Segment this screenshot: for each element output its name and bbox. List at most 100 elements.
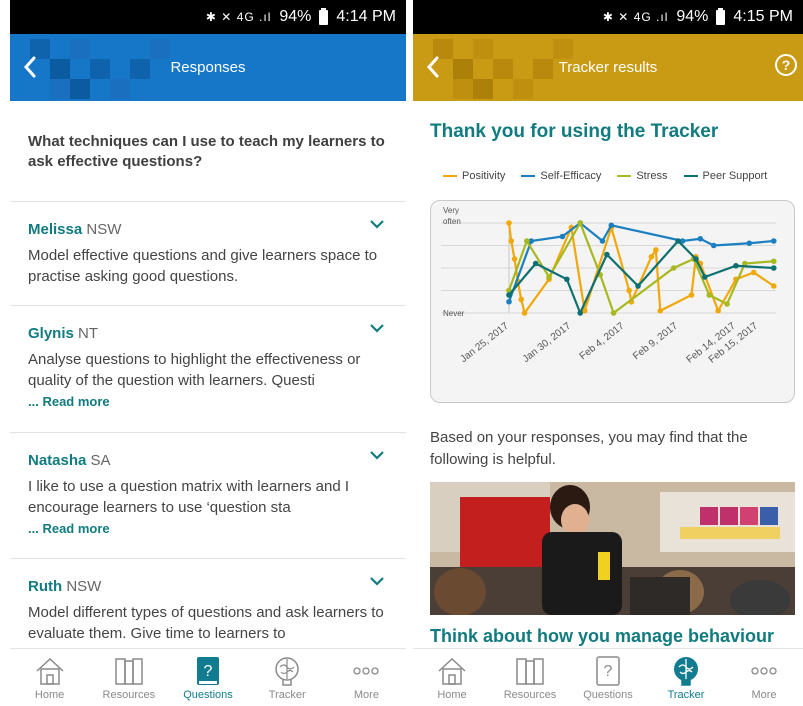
data-point: [693, 256, 699, 262]
data-point: [702, 274, 708, 280]
read-more-link[interactable]: ... Read more: [28, 394, 386, 409]
x-tick-label: Feb 4, 2017: [578, 320, 627, 362]
responder-state: NSW: [66, 578, 102, 595]
help-icon[interactable]: ?: [775, 54, 797, 76]
data-point: [770, 283, 777, 289]
nav-more[interactable]: More: [327, 649, 406, 706]
data-point: [508, 238, 515, 244]
back-arrow-icon[interactable]: [423, 54, 443, 80]
chart-legend: Positivity Self-Efficacy Stress Peer Suppor…: [443, 170, 803, 182]
data-point: [559, 233, 566, 240]
response-item[interactable]: Natasha SA I like to use a question matr…: [28, 449, 386, 536]
nav-home[interactable]: Home: [413, 649, 491, 706]
data-point: [670, 265, 677, 271]
data-point: [648, 253, 655, 260]
nav-resources[interactable]: Resources: [89, 649, 168, 706]
helpful-text: Based on your responses, you may find th…: [430, 429, 748, 468]
legend-label: Positivity: [462, 170, 506, 182]
read-more-link[interactable]: ... Read more: [28, 521, 386, 536]
battery-icon: [716, 7, 726, 25]
chevron-down-icon[interactable]: [368, 575, 386, 589]
chevron-down-icon[interactable]: [368, 218, 386, 232]
nav-tracker[interactable]: Tracker: [248, 649, 327, 706]
status-bar: ✱ ✕ 4G .ıl 94% 4:15 PM: [413, 0, 803, 34]
x-tick-label: Jan 30, 2017: [521, 320, 574, 365]
legend-label: Stress: [636, 170, 668, 182]
data-point: [546, 274, 552, 280]
app-header: Responses: [10, 34, 406, 101]
nav-label: Questions: [583, 689, 633, 701]
data-point: [506, 220, 512, 226]
tracker-heading: Thank you for using the Tracker: [430, 121, 719, 142]
status-icons: ✱ ✕ 4G .ıl: [602, 10, 669, 24]
response-item[interactable]: Glynis NT Analyse questions to highlight…: [28, 322, 386, 409]
data-point: [697, 235, 704, 242]
divider: [10, 558, 406, 559]
response-text: Model effective questions and give learn…: [28, 247, 378, 285]
divider: [10, 432, 406, 433]
app-header: Tracker results ?: [413, 34, 803, 101]
status-icons: ✱ ✕ 4G .ıl: [205, 10, 272, 24]
svg-text:?: ?: [204, 663, 213, 680]
nav-tracker[interactable]: Tracker: [647, 649, 725, 706]
books-icon: [516, 658, 544, 685]
data-point: [770, 238, 777, 244]
svg-text:?: ?: [604, 663, 613, 680]
legend-label: Peer Support: [702, 170, 768, 182]
chevron-down-icon[interactable]: [368, 449, 386, 463]
responder-name: Ruth: [28, 578, 63, 595]
tracker-chart: Very often Never Jan 25, 2017 Jan 30, 2017 Fe…: [430, 200, 795, 403]
line-chart: VeryoftenNeverJan 25, 2017 Jan 30, 2017 Fe…: [441, 206, 777, 366]
nav-more[interactable]: More: [725, 649, 803, 706]
nav-label: Questions: [183, 689, 233, 701]
y-tick-label: often: [443, 217, 461, 226]
question-text: What techniques can I use to teach my le…: [28, 133, 385, 170]
more-dots-icon: [353, 667, 380, 675]
data-point: [577, 310, 583, 316]
status-time: 4:14 PM: [336, 8, 396, 25]
y-tick-label: Never: [443, 309, 465, 318]
response-text: Model different types of questions and a…: [28, 604, 384, 642]
nav-label: More: [751, 689, 777, 701]
data-point: [577, 220, 583, 226]
battery-percent: 94%: [279, 8, 312, 25]
classroom-photo[interactable]: [430, 482, 795, 615]
nav-home[interactable]: Home: [10, 649, 89, 706]
question-book-icon: ?: [596, 656, 620, 686]
chevron-down-icon[interactable]: [368, 322, 386, 336]
data-point: [710, 242, 717, 249]
responder-name: Glynis: [28, 325, 74, 342]
nav-label: More: [353, 689, 379, 701]
data-point: [724, 301, 730, 307]
nav-questions[interactable]: ? Questions: [168, 649, 247, 706]
data-point: [524, 238, 530, 244]
response-item[interactable]: Melissa NSW Model effective questions an…: [28, 218, 386, 287]
question-book-icon: ?: [197, 657, 219, 685]
nav-resources[interactable]: Resources: [491, 649, 569, 706]
data-point: [653, 247, 659, 253]
responder-state: NT: [78, 325, 99, 342]
back-arrow-icon[interactable]: [20, 54, 40, 80]
data-point: [657, 307, 664, 314]
nav-label: Tracker: [667, 689, 705, 701]
responder-name: Natasha: [28, 452, 87, 469]
behaviour-heading: Think about how you manage behaviour: [430, 626, 775, 646]
data-point: [750, 269, 757, 276]
data-point: [706, 292, 713, 298]
nav-questions[interactable]: ? Questions: [569, 649, 647, 706]
data-point: [770, 258, 777, 265]
battery-icon: [319, 7, 329, 25]
legend-swatch: [521, 175, 536, 177]
legend-item: Self-Efficacy: [521, 170, 601, 182]
data-point: [532, 260, 539, 267]
data-point: [604, 251, 610, 258]
responder-state: SA: [90, 452, 111, 469]
legend-swatch: [683, 175, 698, 177]
header-title: Tracker results: [558, 59, 658, 76]
response-text: I like to use a question matrix with lea…: [28, 478, 349, 516]
status-time: 4:15 PM: [733, 8, 793, 25]
response-item[interactable]: Ruth NSW Model different types of questi…: [28, 575, 386, 644]
nav-label: Resources: [102, 689, 156, 701]
status-bar: ✱ ✕ 4G .ıl 94% 4:14 PM: [10, 0, 406, 34]
classroom-image: [430, 482, 795, 615]
